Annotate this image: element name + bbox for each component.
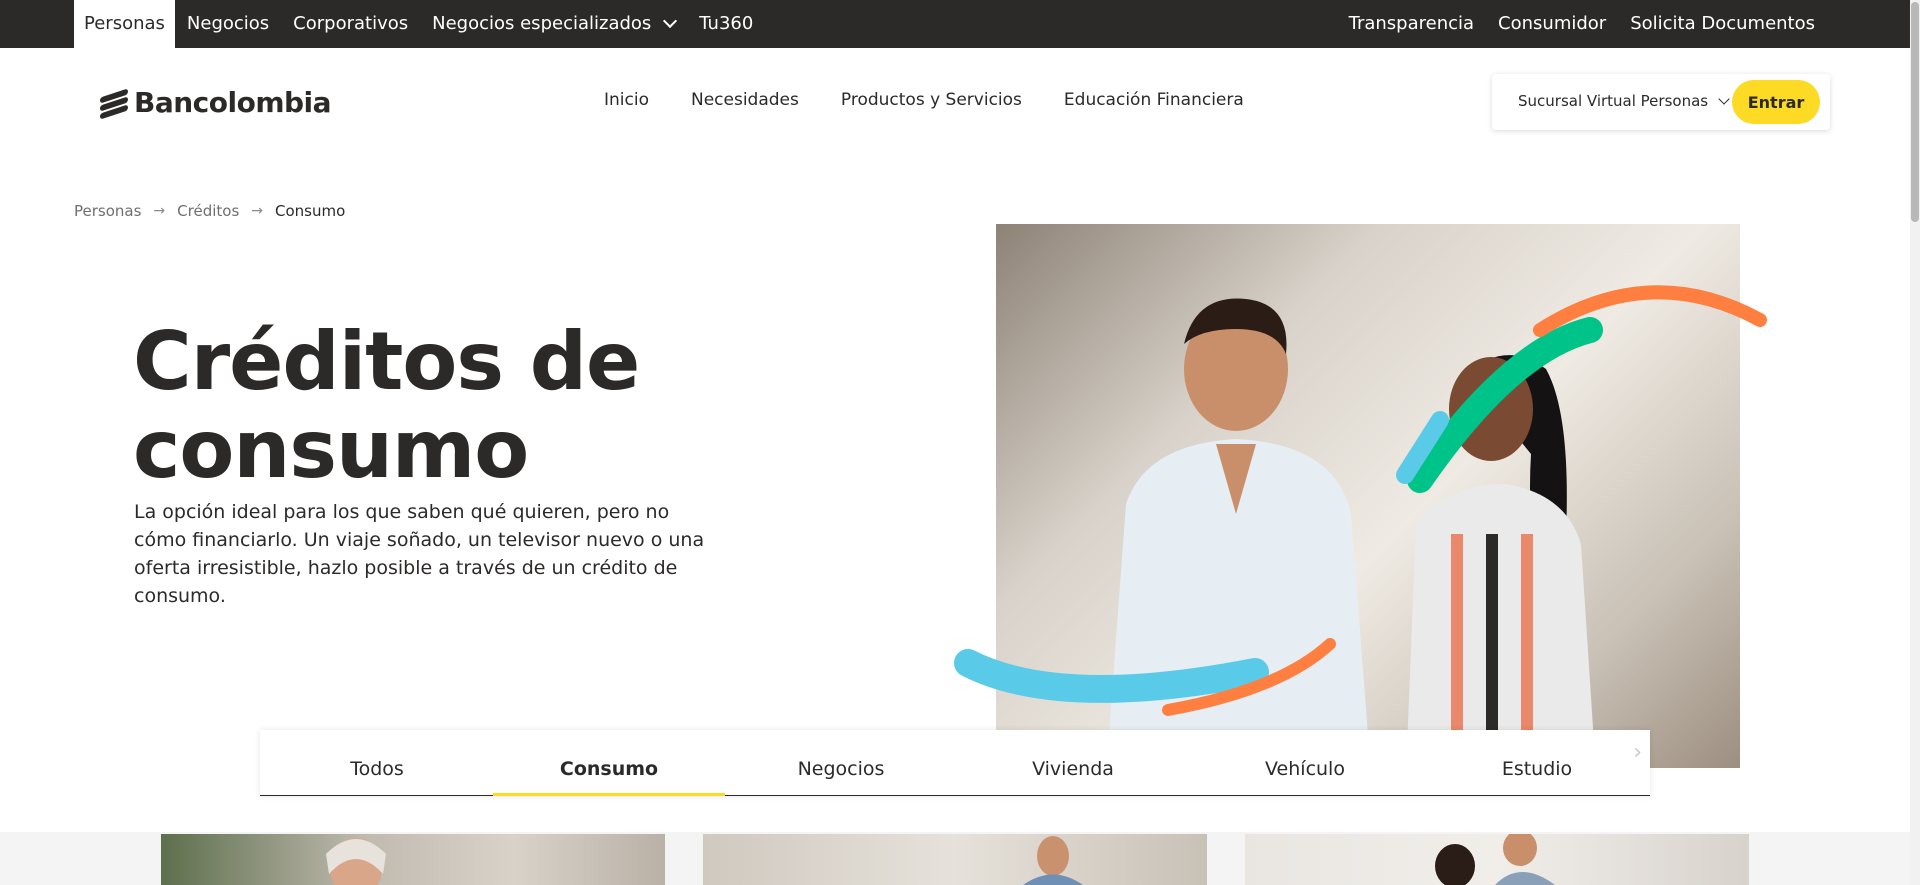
segment-personas[interactable]: Personas <box>74 0 175 48</box>
tab-todos-label: Todos <box>350 758 404 780</box>
nav-necesidades[interactable]: Necesidades <box>691 90 799 110</box>
product-card-image[interactable] <box>703 834 1207 885</box>
link-transparencia-label: Transparencia <box>1348 13 1475 34</box>
page-title-line-1: Créditos de <box>133 315 640 408</box>
card-person-figure <box>326 838 386 885</box>
breadcrumb-consumo: Consumo <box>275 202 346 220</box>
tab-vehiculo[interactable]: Vehículo <box>1189 730 1421 796</box>
link-consumidor-label: Consumidor <box>1498 13 1607 34</box>
nav-inicio[interactable]: Inicio <box>604 90 649 110</box>
main-nav: Inicio Necesidades Productos y Servicios… <box>604 90 1286 110</box>
segment-negocios-especializados-label: Negocios especializados <box>432 13 652 34</box>
breadcrumb-creditos[interactable]: Créditos <box>177 202 239 220</box>
tab-estudio-label: Estudio <box>1501 758 1573 780</box>
hero-image <box>996 224 1740 768</box>
arrow-right-icon: → <box>153 203 166 219</box>
product-card-image[interactable] <box>1245 834 1749 885</box>
credit-category-tabs: Todos Consumo Negocios Vivienda Vehículo… <box>260 730 1650 796</box>
page-scrollbar[interactable] <box>1910 0 1920 885</box>
link-solicita-documentos-label: Solicita Documentos <box>1630 13 1815 34</box>
hero-woman-figure <box>1406 355 1596 768</box>
breadcrumb: Personas → Créditos → Consumo <box>74 202 345 220</box>
chevron-down-icon <box>663 13 678 29</box>
page-title-line-2: consumo <box>133 403 529 496</box>
segment-negocios-especializados[interactable]: Negocios especializados <box>420 0 687 48</box>
tab-estudio[interactable]: Estudio <box>1421 730 1653 796</box>
tab-vehiculo-label: Vehículo <box>1265 758 1345 780</box>
page-title: Créditos de consumo <box>133 318 753 494</box>
product-card-image[interactable] <box>161 834 665 885</box>
tab-consumo[interactable]: Consumo <box>493 730 725 796</box>
hero-description: La opción ideal para los que saben qué q… <box>134 501 705 607</box>
card-people-figure <box>1435 834 1555 885</box>
tab-todos[interactable]: Todos <box>261 730 493 796</box>
chevron-right-icon[interactable]: › <box>1633 740 1642 765</box>
segment-nav: Personas Negocios Corporativos Negocios … <box>74 0 765 48</box>
account-box: Sucursal Virtual Personas Entrar <box>1492 74 1830 130</box>
segment-negocios[interactable]: Negocios <box>175 0 281 48</box>
tab-negocios-label: Negocios <box>797 758 885 780</box>
arrow-right-icon: → <box>251 203 263 219</box>
entrar-button[interactable]: Entrar <box>1732 80 1820 124</box>
logo-text: Bancolombia <box>134 86 332 119</box>
nav-productos-y-servicios[interactable]: Productos y Servicios <box>841 90 1022 110</box>
card-person-figure <box>1023 836 1083 885</box>
segment-personas-label: Personas <box>84 13 165 34</box>
bancolombia-logo[interactable]: Bancolombia <box>100 86 332 120</box>
segment-corporativos-label: Corporativos <box>293 13 409 34</box>
top-bar: Personas Negocios Corporativos Negocios … <box>0 0 1910 48</box>
sucursal-label: Sucursal Virtual Personas <box>1518 92 1709 110</box>
segment-corporativos[interactable]: Corporativos <box>281 0 420 48</box>
segment-tu360[interactable]: Tu360 <box>687 0 765 48</box>
chevron-down-icon <box>1718 92 1730 105</box>
tab-consumo-label: Consumo <box>559 758 659 780</box>
segment-tu360-label: Tu360 <box>699 13 754 34</box>
utility-nav: Transparencia Consumidor Solicita Docume… <box>1337 0 1827 48</box>
breadcrumb-personas[interactable]: Personas <box>74 202 141 220</box>
tab-negocios[interactable]: Negocios <box>725 730 957 796</box>
hero-man-figure <box>1106 298 1371 768</box>
link-solicita-documentos[interactable]: Solicita Documentos <box>1618 0 1827 48</box>
scrollbar-thumb[interactable] <box>1911 2 1919 222</box>
link-transparencia[interactable]: Transparencia <box>1337 0 1486 48</box>
bancolombia-logo-icon <box>100 87 128 120</box>
tab-vivienda[interactable]: Vivienda <box>957 730 1189 796</box>
tab-vivienda-label: Vivienda <box>1032 758 1114 780</box>
link-consumidor[interactable]: Consumidor <box>1486 0 1618 48</box>
segment-negocios-label: Negocios <box>186 13 270 34</box>
nav-educacion-financiera[interactable]: Educación Financiera <box>1064 90 1244 110</box>
sucursal-dropdown[interactable]: Sucursal Virtual Personas <box>1518 92 1730 110</box>
